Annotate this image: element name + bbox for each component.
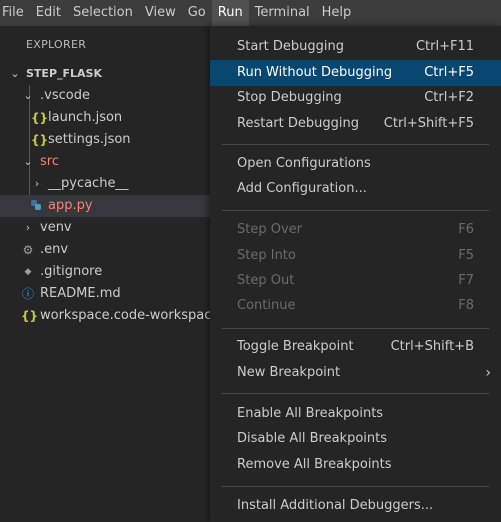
menu-item-label: Restart Debugging	[237, 116, 359, 131]
json-file-icon: {}	[31, 133, 49, 147]
folder-label: __pycache__	[48, 176, 129, 191]
menu-item-label: New Breakpoint	[237, 365, 341, 380]
menu-item-disable-all-breakpoints[interactable]: Disable All Breakpoints	[210, 426, 501, 452]
file-label: workspace.code-workspace	[40, 308, 220, 323]
tree-item-vscode[interactable]: ⌄ .vscode	[0, 85, 210, 107]
info-icon: ⓘ	[21, 287, 34, 301]
tree-item-app-py[interactable]: app.py	[0, 195, 210, 217]
tree-item-src[interactable]: ⌄ src	[0, 151, 210, 173]
menu-item-label: Stop Debugging	[237, 90, 342, 105]
explorer-title: EXPLORER	[26, 38, 87, 51]
menu-item-start-debugging[interactable]: Start Debugging Ctrl+F11	[210, 34, 501, 60]
menu-separator	[222, 393, 489, 394]
menu-item-restart-debugging[interactable]: Restart Debugging Ctrl+Shift+F5	[210, 111, 501, 137]
chevron-down-icon: ⌄	[23, 89, 33, 102]
menu-edit[interactable]: Edit	[30, 0, 67, 26]
menu-file[interactable]: File	[0, 0, 30, 26]
menu-separator	[222, 210, 489, 211]
menu-item-label: Start Debugging	[237, 39, 344, 54]
git-icon: ◆	[24, 267, 32, 277]
menu-item-add-configuration[interactable]: Add Configuration...	[210, 176, 501, 202]
menu-item-open-configurations[interactable]: Open Configurations	[210, 151, 501, 177]
chevron-down-icon: ⌄	[10, 67, 20, 80]
menu-separator	[222, 328, 489, 329]
json-file-icon: {}	[31, 111, 49, 125]
tree-root-step-flask[interactable]: ⌄ STEP_FLASK	[0, 63, 210, 85]
tree-item-pycache[interactable]: › __pycache__	[0, 173, 210, 195]
run-menu-dropdown: Start Debugging Ctrl+F11 Run Without Deb…	[210, 26, 501, 522]
menu-item-label: Step Into	[237, 248, 296, 263]
tree-item-workspace[interactable]: {} workspace.code-workspace	[0, 305, 219, 327]
menu-item-install-additional-debuggers[interactable]: Install Additional Debuggers...	[210, 493, 501, 519]
file-label: README.md	[40, 286, 121, 301]
menu-terminal[interactable]: Terminal	[249, 0, 316, 26]
menu-item-label: Disable All Breakpoints	[237, 431, 388, 446]
file-label: settings.json	[48, 132, 131, 147]
menu-item-remove-all-breakpoints[interactable]: Remove All Breakpoints	[210, 452, 501, 478]
tree-item-launch-json[interactable]: {} launch.json	[0, 107, 210, 129]
tree-item-venv[interactable]: › venv	[0, 217, 210, 239]
menu-item-new-breakpoint[interactable]: New Breakpoint ›	[210, 360, 501, 386]
keybinding: F6	[458, 222, 474, 237]
menu-view[interactable]: View	[139, 0, 182, 26]
menu-bar: File Edit Selection View Go Run Terminal…	[0, 0, 501, 26]
json-file-icon: {}	[21, 309, 39, 323]
menu-item-label: Run Without Debugging	[237, 65, 393, 80]
chevron-down-icon: ⌄	[23, 155, 33, 168]
tree-item-settings-json[interactable]: {} settings.json	[0, 129, 210, 151]
keybinding: F8	[458, 298, 474, 313]
menu-separator	[222, 144, 489, 145]
menu-separator	[222, 486, 489, 487]
keybinding: Ctrl+Shift+B	[390, 339, 474, 354]
file-label: .gitignore	[40, 264, 103, 279]
explorer-sidebar: EXPLORER ⌄ STEP_FLASK ⌄ .vscode {} launc…	[0, 26, 219, 522]
file-label: launch.json	[48, 110, 123, 125]
chevron-right-icon: ›	[485, 365, 491, 381]
menu-item-label: Install Additional Debuggers...	[237, 498, 434, 513]
menu-item-step-into[interactable]: Step Into F5	[210, 243, 501, 269]
menu-item-label: Enable All Breakpoints	[237, 406, 384, 421]
menu-item-label: Continue	[237, 298, 296, 313]
file-label: app.py	[48, 198, 93, 213]
menu-item-continue[interactable]: Continue F8	[210, 293, 501, 319]
gear-icon: ⚙	[22, 243, 34, 257]
root-folder-label: STEP_FLASK	[26, 67, 102, 80]
menu-item-stop-debugging[interactable]: Stop Debugging Ctrl+F2	[210, 85, 501, 111]
menu-run[interactable]: Run	[211, 0, 249, 26]
keybinding: Ctrl+F5	[424, 65, 474, 80]
menu-item-label: Open Configurations	[237, 156, 371, 171]
tree-item-gitignore[interactable]: ◆ .gitignore	[0, 261, 210, 283]
menu-help[interactable]: Help	[316, 0, 358, 26]
chevron-right-icon: ›	[25, 221, 31, 234]
menu-item-step-over[interactable]: Step Over F6	[210, 217, 501, 243]
menu-item-run-without-debugging[interactable]: Run Without Debugging Ctrl+F5	[210, 60, 501, 86]
menu-item-enable-all-breakpoints[interactable]: Enable All Breakpoints	[210, 401, 501, 427]
folder-label: .vscode	[40, 88, 90, 103]
menu-go[interactable]: Go	[182, 0, 212, 26]
menu-selection[interactable]: Selection	[67, 0, 139, 26]
menu-item-label: Add Configuration...	[237, 181, 367, 196]
keybinding: Ctrl+Shift+F5	[383, 116, 474, 131]
folder-label: venv	[40, 220, 72, 235]
keybinding: F5	[458, 248, 474, 263]
menu-item-label: Toggle Breakpoint	[237, 339, 354, 354]
menu-item-label: Step Out	[237, 273, 295, 288]
menu-item-toggle-breakpoint[interactable]: Toggle Breakpoint Ctrl+Shift+B	[210, 334, 501, 360]
file-label: .env	[40, 242, 69, 257]
file-tree: ⌄ STEP_FLASK ⌄ .vscode {} launch.json {}…	[0, 63, 219, 327]
keybinding: Ctrl+F11	[415, 39, 474, 54]
keybinding: Ctrl+F2	[424, 90, 474, 105]
tree-item-readme[interactable]: ⓘ README.md	[0, 283, 210, 305]
chevron-right-icon: ›	[34, 177, 40, 190]
menu-item-step-out[interactable]: Step Out F7	[210, 268, 501, 294]
folder-label: src	[40, 154, 59, 169]
menu-item-label: Remove All Breakpoints	[237, 457, 392, 472]
python-icon	[29, 195, 43, 217]
tree-item-env[interactable]: ⚙ .env	[0, 239, 210, 261]
keybinding: F7	[458, 273, 474, 288]
menu-item-label: Step Over	[237, 222, 302, 237]
